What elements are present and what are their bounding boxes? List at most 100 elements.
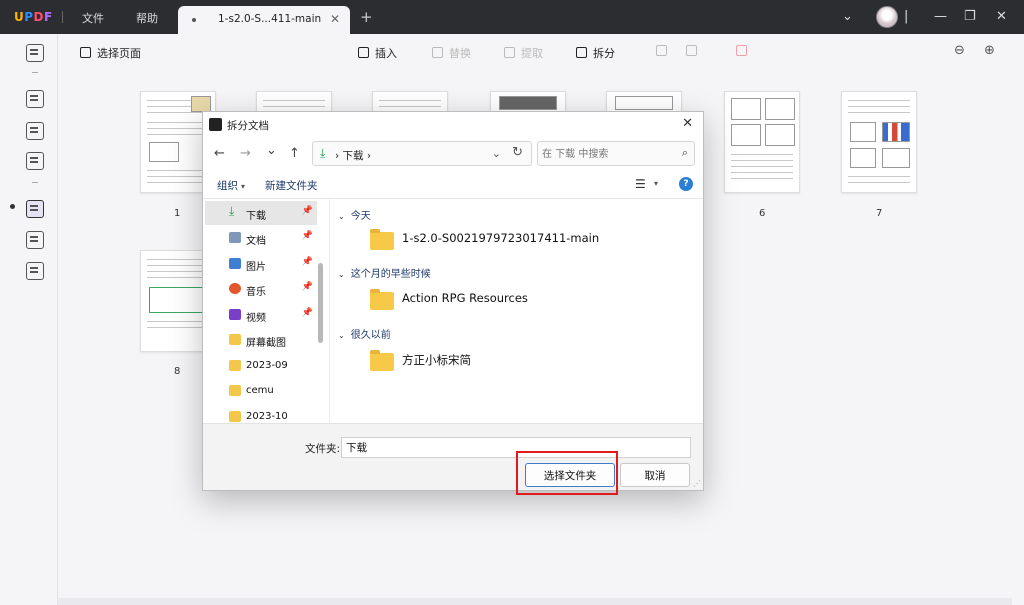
sidebar-item-downloads[interactable]: ⤓ 下载 📌 [205, 201, 317, 225]
rail-divider [32, 72, 38, 73]
extract-button[interactable]: 提取 [504, 45, 543, 61]
new-folder-button[interactable]: 新建文件夹 [265, 178, 318, 193]
dialog-title-bar: 拆分文档 ✕ [203, 112, 703, 137]
pin-icon: 📌 [301, 282, 313, 292]
form-icon[interactable] [26, 152, 44, 170]
cancel-button[interactable]: 取消 [620, 463, 690, 487]
group-header-today[interactable]: ⌄ 今天 [338, 207, 371, 222]
sidebar-item-pictures[interactable]: 图片 📌 [205, 252, 317, 276]
extract-icon [504, 47, 515, 58]
folder-icon [229, 360, 241, 371]
layers-icon[interactable] [26, 262, 44, 280]
title-bar: UPDF 文件 帮助 1-s2.0-S...411-main ✕ + ⌄ | —… [0, 0, 1024, 34]
replace-icon [432, 47, 443, 58]
rotate-left-button[interactable] [656, 45, 673, 58]
navigation-pane: ⤓ 下载 📌 文档 📌 图片 📌 音乐 📌 视频 📌 屏幕截图 2023-09 … [203, 199, 329, 423]
refresh-icon[interactable]: ↻ [512, 145, 523, 160]
folder-field[interactable] [341, 437, 691, 458]
navigation-bar: ← → ⌄ ↑ ⤓ › 下载 › ⌄ ↻ ⌕ [203, 137, 703, 171]
forward-arrow-icon[interactable]: → [240, 146, 251, 161]
sidebar-item-videos[interactable]: 视频 📌 [205, 303, 317, 327]
document-icon [229, 232, 241, 243]
folder-icon [229, 385, 241, 396]
delete-button[interactable] [736, 45, 753, 58]
address-bar[interactable]: ⤓ › 下载 › ⌄ ↻ [312, 141, 532, 166]
group-header-earlier-this-month[interactable]: ⌄ 这个月的早些时候 [338, 265, 431, 280]
view-dropdown-icon[interactable]: ▾ [654, 179, 658, 188]
search-box[interactable]: ⌕ [537, 141, 695, 166]
close-window-icon[interactable]: ✕ [996, 9, 1007, 24]
split-button[interactable]: 拆分 [576, 45, 615, 61]
document-tab[interactable]: 1-s2.0-S...411-main ✕ [178, 6, 350, 34]
recent-locations-icon[interactable]: ⌄ [266, 143, 277, 158]
folder-icon [229, 334, 241, 345]
breadcrumb[interactable]: › 下载 › [335, 148, 371, 163]
video-icon [229, 309, 241, 320]
select-folder-button[interactable]: 选择文件夹 [525, 463, 615, 487]
organize-menu[interactable]: 组织 ▾ [217, 178, 245, 193]
folder-icon [229, 411, 241, 422]
select-page-icon [80, 47, 91, 58]
search-input[interactable] [542, 146, 672, 162]
edit-icon[interactable] [26, 122, 44, 140]
page-toolbar: 选择页面 插入 替换 提取 拆分 ⊖ ⊕ [58, 34, 1024, 68]
page-number: 6 [759, 208, 766, 219]
menu-help[interactable]: 帮助 [136, 10, 158, 26]
dialog-title: 拆分文档 [227, 120, 269, 132]
back-arrow-icon[interactable]: ← [214, 146, 225, 161]
page-thumbnail[interactable] [841, 91, 917, 193]
page-thumbnail[interactable] [724, 91, 800, 193]
split-document-dialog: 拆分文档 ✕ ← → ⌄ ↑ ⤓ › 下载 › ⌄ ↻ ⌕ 组织▾ 新建文件夹 … [202, 111, 704, 491]
folder-icon [370, 229, 394, 250]
sidebar-item-cemu[interactable]: cemu [205, 379, 317, 403]
sidebar-item-screenshots[interactable]: 屏幕截图 [205, 328, 317, 352]
rail-divider [32, 182, 38, 183]
comment-icon[interactable] [26, 90, 44, 108]
address-dropdown-icon[interactable]: ⌄ [492, 147, 501, 160]
page-number: 7 [876, 208, 883, 219]
organize-pages-icon[interactable] [26, 200, 44, 218]
title-divider [62, 11, 63, 23]
sidebar-scrollbar[interactable] [318, 263, 323, 343]
help-icon[interactable]: ? [679, 177, 693, 191]
zoom-in-icon[interactable]: ⊕ [984, 43, 995, 58]
chevron-down-icon[interactable]: ⌄ [842, 9, 853, 24]
pin-icon: 📌 [301, 257, 313, 267]
app-icon [209, 118, 222, 131]
search-icon[interactable]: ⌕ [682, 146, 688, 160]
horizontal-scrollbar[interactable] [58, 598, 1012, 605]
sidebar-item-music[interactable]: 音乐 📌 [205, 277, 317, 301]
group-header-long-ago[interactable]: ⌄ 很久以前 [338, 326, 391, 341]
minimize-icon[interactable]: — [934, 9, 947, 24]
sidebar-item-2023-09[interactable]: 2023-09 [205, 354, 317, 378]
folder-icon [370, 289, 394, 310]
avatar[interactable] [876, 6, 898, 28]
pin-icon: 📌 [301, 308, 313, 318]
active-indicator [10, 204, 15, 209]
trash-icon [736, 45, 747, 56]
replace-button[interactable]: 替换 [432, 45, 471, 61]
insert-button[interactable]: 插入 [358, 45, 397, 61]
crop-icon[interactable] [26, 231, 44, 249]
select-page-button[interactable]: 选择页面 [80, 45, 141, 61]
rotate-right-icon [686, 45, 697, 56]
tab-title: 1-s2.0-S...411-main [218, 13, 322, 25]
zoom-out-icon[interactable]: ⊖ [954, 43, 965, 58]
resize-grip-icon[interactable]: ⋰ [693, 479, 701, 488]
dialog-close-icon[interactable]: ✕ [682, 116, 693, 131]
new-tab-button[interactable]: + [360, 8, 373, 26]
tab-close-icon[interactable]: ✕ [330, 12, 340, 26]
tab-dot-icon [192, 18, 196, 22]
updf-logo: UPDF [14, 10, 53, 24]
view-options-icon[interactable]: ☰ [635, 177, 646, 191]
menu-file[interactable]: 文件 [82, 10, 104, 26]
sidebar-item-documents[interactable]: 文档 📌 [205, 226, 317, 250]
restore-icon[interactable]: ❐ [964, 9, 976, 24]
pin-icon: 📌 [301, 231, 313, 241]
rotate-left-icon [656, 45, 667, 56]
folder-icon [370, 350, 394, 371]
file-list: ⌄ 今天 1-s2.0-S0021979723017411-main ⌄ 这个月的早… [329, 199, 703, 423]
up-arrow-icon[interactable]: ↑ [289, 146, 300, 161]
reader-icon[interactable] [26, 44, 44, 62]
rotate-right-button[interactable] [686, 45, 703, 58]
